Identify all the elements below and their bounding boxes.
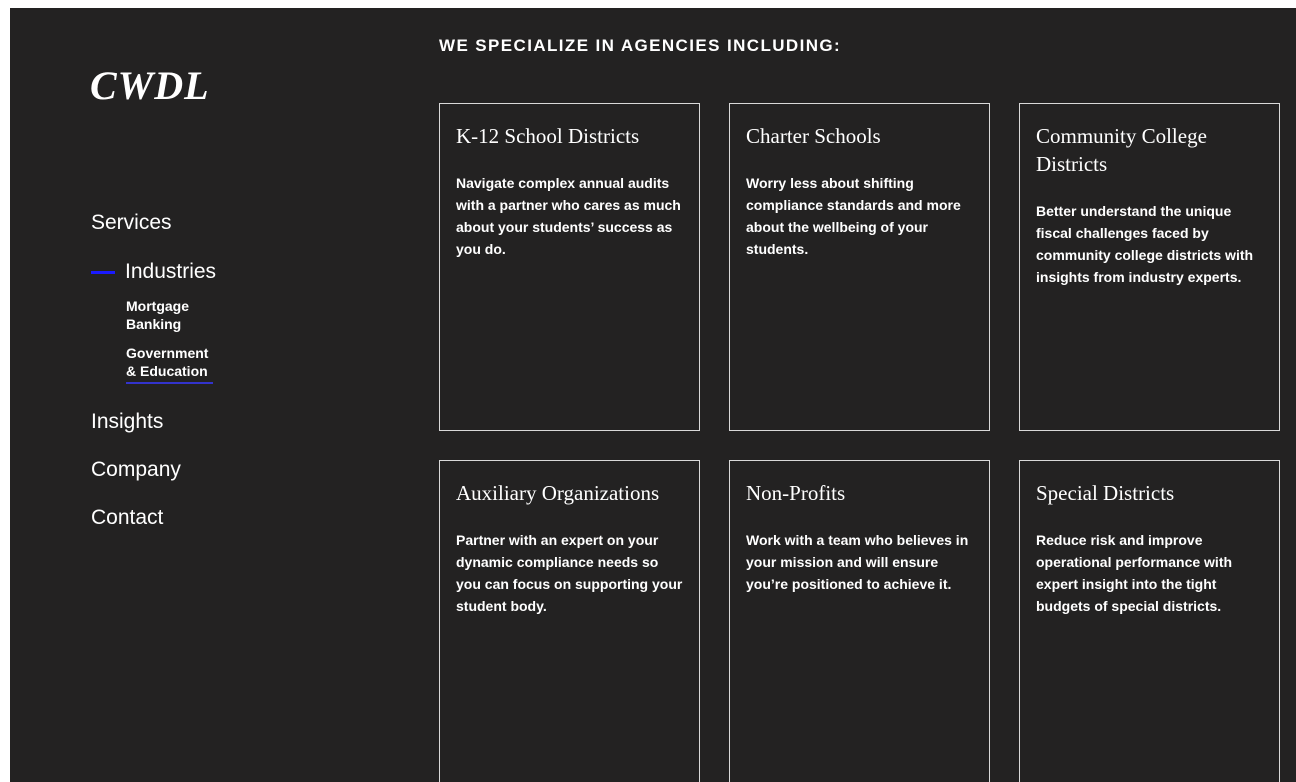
active-indicator — [91, 270, 115, 274]
card-special-districts[interactable]: Special Districts Reduce risk and improv… — [1019, 460, 1280, 782]
card-desc: Work with a team who believes in your mi… — [746, 532, 969, 592]
card-title: K-12 School Districts — [456, 124, 640, 148]
card-desc: Worry less about shifting compliance sta… — [746, 175, 961, 257]
card-k12[interactable]: K-12 School Districts Navigate complex a… — [439, 103, 700, 431]
card-desc: Reduce risk and improve operational perf… — [1036, 532, 1233, 614]
card-title: Non-Profits — [746, 481, 846, 505]
nav-industries[interactable]: Industries — [91, 260, 216, 284]
card-title: Community College Districts — [1036, 124, 1207, 176]
card-title: Special Districts — [1036, 481, 1175, 505]
nav-sub-mortgage-banking[interactable]: Mortgage Banking — [126, 297, 216, 333]
nav-insights[interactable]: Insights — [91, 410, 163, 434]
nav-sub-government-education[interactable]: Government & Education — [126, 344, 213, 384]
nav-industries-label: Industries — [125, 260, 217, 283]
card-desc: Better understand the unique fiscal chal… — [1036, 203, 1254, 285]
card-charter[interactable]: Charter Schools Worry less about shiftin… — [729, 103, 990, 431]
logo[interactable]: CWDL — [90, 62, 210, 109]
nav-services[interactable]: Services — [91, 211, 172, 235]
card-auxiliary[interactable]: Auxiliary Organizations Partner with an … — [439, 460, 700, 782]
card-desc: Partner with an expert on your dynamic c… — [456, 532, 683, 614]
card-title: Auxiliary Organizations — [456, 481, 660, 505]
card-desc: Navigate complex annual audits with a pa… — [456, 175, 681, 257]
card-community-college[interactable]: Community College Districts Better under… — [1019, 103, 1280, 431]
section-heading: WE SPECIALIZE IN AGENCIES INCLUDING: — [439, 36, 842, 55]
nav-contact[interactable]: Contact — [91, 506, 163, 530]
card-title: Charter Schools — [746, 124, 881, 148]
page-frame: CWDL Services Industries Mortgage Bankin… — [10, 8, 1296, 782]
card-non-profits[interactable]: Non-Profits Work with a team who believe… — [729, 460, 990, 782]
nav-company[interactable]: Company — [91, 458, 181, 482]
